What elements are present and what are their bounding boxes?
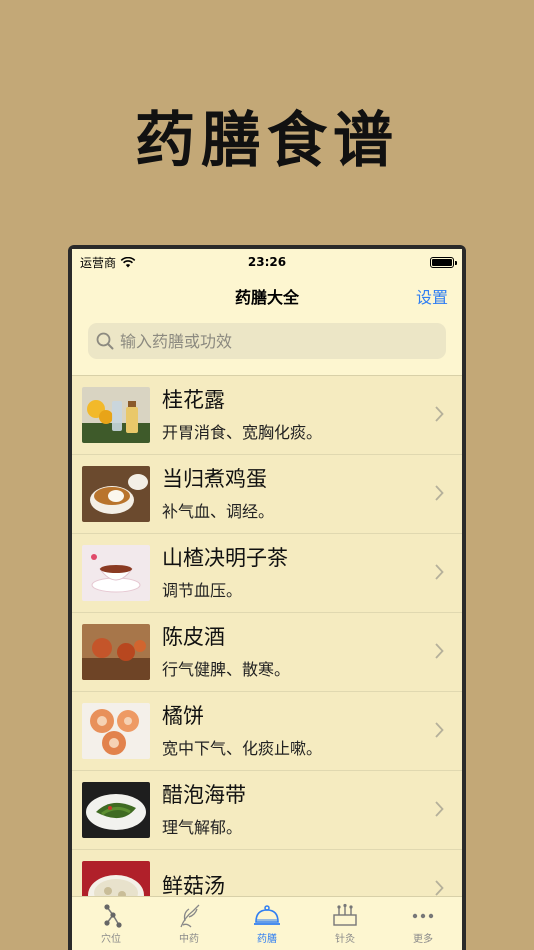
app-screen: 运营商 23:26 药膳大全 设置 输入药膳或功效 桂花露 开胃消食、宽胸化痰。… (72, 249, 462, 950)
acupuncture-icon (333, 903, 357, 926)
carrier-label: 运营商 (80, 255, 117, 270)
search-bar[interactable] (88, 323, 446, 359)
tab-acupoint[interactable]: 穴位 (72, 897, 150, 950)
page-title: 药膳大全 (234, 288, 299, 307)
list-item[interactable]: 山楂决明子茶 调节血压。 (72, 534, 462, 613)
tab-medicinal-diet[interactable]: 药膳 (228, 897, 306, 950)
recipe-title: 桂花露 (162, 388, 225, 412)
recipe-title: 当归煮鸡蛋 (162, 467, 267, 491)
tab-label: 中药 (179, 934, 199, 945)
herb-icon (180, 904, 200, 928)
chevron-right-icon (435, 406, 444, 422)
recipe-thumbnail (82, 782, 150, 838)
chevron-right-icon (435, 643, 444, 659)
recipe-list: 桂花露 开胃消食、宽胸化痰。 当归煮鸡蛋 补气血、调经。 山楂决明子茶 调节血压… (72, 375, 462, 929)
chevron-right-icon (435, 564, 444, 580)
list-item[interactable]: 桂花露 开胃消食、宽胸化痰。 (72, 376, 462, 455)
recipe-title: 橘饼 (162, 704, 204, 728)
nav-bar: 药膳大全 设置 (72, 275, 462, 317)
list-item[interactable]: 醋泡海带 理气解郁。 (72, 771, 462, 850)
recipe-subtitle: 开胃消食、宽胸化痰。 (162, 423, 323, 442)
tab-bar: 穴位 中药 药膳 针灸 更多 (72, 896, 462, 950)
search-container (72, 317, 462, 373)
phone-frame: 运营商 23:26 药膳大全 设置 输入药膳或功效 桂花露 开胃消食、宽胸化痰。… (68, 245, 466, 950)
battery-icon (430, 256, 457, 268)
hero-title: 药膳食谱 (135, 106, 399, 176)
recipe-thumbnail (82, 387, 150, 443)
tab-acupuncture[interactable]: 针灸 (306, 897, 384, 950)
tab-label: 穴位 (101, 934, 121, 945)
chevron-right-icon (435, 485, 444, 501)
chevron-right-icon (435, 801, 444, 817)
recipe-thumbnail (82, 624, 150, 680)
acupoint-icon (104, 904, 122, 928)
list-item[interactable]: 橘饼 宽中下气、化痰止嗽。 (72, 692, 462, 771)
search-icon (96, 332, 114, 350)
recipe-thumbnail (82, 466, 150, 522)
recipe-subtitle: 补气血、调经。 (162, 502, 275, 521)
recipe-subtitle: 调节血压。 (162, 581, 243, 600)
list-item[interactable]: 当归煮鸡蛋 补气血、调经。 (72, 455, 462, 534)
chevron-right-icon (435, 722, 444, 738)
tab-label: 针灸 (335, 934, 355, 945)
recipe-title: 陈皮酒 (162, 625, 225, 649)
recipe-thumbnail (82, 545, 150, 601)
recipe-title: 山楂决明子茶 (162, 546, 288, 570)
tab-label: 更多 (413, 934, 433, 945)
recipe-subtitle: 行气健脾、散寒。 (162, 660, 291, 679)
recipe-subtitle: 宽中下气、化痰止嗽。 (162, 739, 323, 758)
chevron-right-icon (435, 880, 444, 896)
status-bar: 运营商 23:26 (72, 249, 462, 275)
tab-herb[interactable]: 中药 (150, 897, 228, 950)
tab-more[interactable]: 更多 (384, 897, 462, 950)
list-item[interactable]: 陈皮酒 行气健脾、散寒。 (72, 613, 462, 692)
wifi-icon (120, 256, 136, 267)
food-cloche-icon (254, 905, 280, 925)
tab-label: 药膳 (257, 934, 277, 945)
carrier: 运营商 (80, 254, 136, 271)
more-icon (412, 913, 434, 919)
recipe-subtitle: 理气解郁。 (162, 818, 243, 837)
recipe-title: 醋泡海带 (162, 783, 246, 807)
recipe-thumbnail (82, 703, 150, 759)
search-input[interactable] (120, 331, 438, 351)
settings-button[interactable]: 设置 (416, 284, 448, 308)
